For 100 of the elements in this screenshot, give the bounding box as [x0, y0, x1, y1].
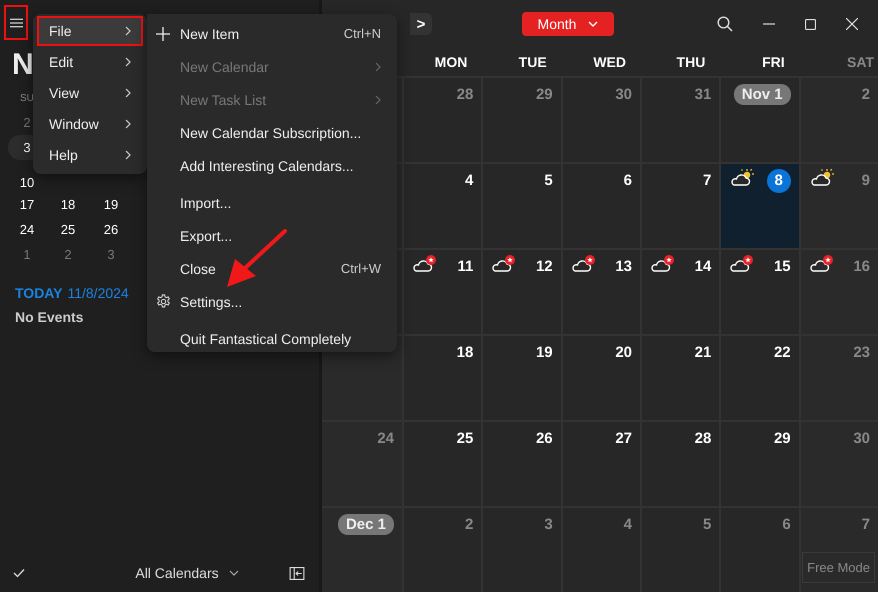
- menu-item[interactable]: New Calendar Subscription...: [147, 116, 397, 149]
- day-cell[interactable]: Dec 1: [322, 508, 402, 592]
- day-cell[interactable]: 27: [562, 422, 640, 506]
- day-cell[interactable]: Nov 1: [721, 78, 799, 162]
- day-cell[interactable]: 2: [404, 508, 482, 592]
- day-cell[interactable]: 9: [800, 164, 878, 248]
- cloud-alert-icon: [491, 254, 518, 274]
- day-cell[interactable]: 22: [721, 336, 799, 420]
- day-cell[interactable]: 29: [483, 78, 561, 162]
- menu-item[interactable]: File: [37, 16, 143, 46]
- menu-icon: [10, 18, 22, 28]
- day-number: 6: [782, 515, 791, 535]
- day-cell[interactable]: 31: [642, 78, 720, 162]
- day-cell[interactable]: 4: [404, 164, 482, 248]
- day-number: 28: [694, 429, 712, 449]
- all-calendars-dropdown[interactable]: All Calendars: [135, 565, 239, 581]
- day-cell[interactable]: 5: [483, 164, 561, 248]
- day-cell[interactable]: 6: [721, 508, 799, 592]
- menu-item[interactable]: Settings...: [147, 285, 397, 318]
- day-number: 16: [853, 257, 870, 277]
- collapse-sidebar-icon[interactable]: [288, 566, 305, 580]
- free-mode-button[interactable]: Free Mode: [802, 552, 875, 583]
- day-number: 19: [536, 343, 553, 363]
- day-cell[interactable]: 11: [404, 250, 482, 334]
- day-cell[interactable]: 14: [642, 250, 720, 334]
- day-cell[interactable]: 18: [404, 336, 482, 420]
- menu-item[interactable]: View: [37, 78, 143, 108]
- mini-calendar-day[interactable]: 17: [8, 197, 46, 212]
- day-cell[interactable]: 29: [721, 422, 799, 506]
- menu-item[interactable]: Help: [37, 140, 143, 170]
- day-cell[interactable]: 19: [483, 336, 561, 420]
- menu-item[interactable]: New Item Ctrl+N: [147, 17, 397, 50]
- mini-calendar-day[interactable]: 25: [46, 222, 90, 237]
- day-number: 29: [536, 85, 553, 105]
- mini-calendar-day[interactable]: 24: [8, 222, 46, 237]
- day-number: 6: [624, 171, 632, 191]
- no-events-text: No Events: [15, 309, 84, 325]
- menu-button[interactable]: [4, 5, 28, 40]
- day-cell[interactable]: 6: [562, 164, 640, 248]
- today-date-badge: 8: [766, 169, 791, 193]
- day-number: 18: [456, 343, 474, 363]
- day-cell[interactable]: 8: [721, 164, 799, 248]
- mini-calendar-day[interactable]: 26: [90, 222, 132, 237]
- mini-calendar-day[interactable]: 18: [46, 197, 90, 212]
- today-date: 11/8/2024: [67, 285, 129, 301]
- menu-item[interactable]: Import...: [147, 186, 397, 219]
- mini-calendar-day[interactable]: 19: [90, 197, 132, 212]
- menu-item[interactable]: Close Ctrl+W: [147, 252, 397, 285]
- mini-calendar-day[interactable]: 10: [8, 175, 46, 190]
- day-number: 12: [536, 257, 553, 277]
- minimize-icon[interactable]: [763, 23, 775, 25]
- checkmark-icon[interactable]: [13, 568, 25, 578]
- day-cell[interactable]: 28: [642, 422, 720, 506]
- day-cell[interactable]: 30: [800, 422, 878, 506]
- day-cell[interactable]: 26: [483, 422, 561, 506]
- day-cell[interactable]: 15: [721, 250, 799, 334]
- weekday-label: SU: [20, 92, 34, 106]
- search-icon[interactable]: [717, 16, 733, 32]
- day-number: 7: [862, 515, 870, 535]
- day-cell[interactable]: 21: [642, 336, 720, 420]
- day-cell[interactable]: 7 Free Mode: [800, 508, 878, 592]
- maximize-icon[interactable]: [805, 18, 816, 30]
- chevron-right-icon: [125, 57, 131, 67]
- chevron-down-icon: [588, 21, 598, 27]
- day-number: 15: [774, 257, 791, 277]
- day-cell[interactable]: 3: [483, 508, 561, 592]
- day-number: 28: [456, 85, 474, 105]
- partly-sunny-icon: [729, 168, 756, 188]
- day-cell[interactable]: 4: [562, 508, 640, 592]
- day-cell[interactable]: 30: [562, 78, 640, 162]
- day-cell[interactable]: 5: [642, 508, 720, 592]
- month-start-badge: Nov 1: [734, 84, 791, 105]
- weekday-header: SAT: [846, 54, 875, 70]
- day-cell[interactable]: 24: [322, 422, 402, 506]
- menu-item[interactable]: Window: [37, 109, 143, 139]
- day-cell[interactable]: 16: [800, 250, 878, 334]
- menu-item[interactable]: Export...: [147, 219, 397, 252]
- next-button[interactable]: >: [410, 13, 432, 35]
- view-dropdown[interactable]: Month: [522, 12, 614, 36]
- day-cell[interactable]: 13: [562, 250, 640, 334]
- day-number: 25: [456, 429, 474, 449]
- day-cell[interactable]: 28: [404, 78, 482, 162]
- day-cell[interactable]: 12: [483, 250, 561, 334]
- close-icon[interactable]: [846, 18, 858, 30]
- day-cell[interactable]: 7: [642, 164, 720, 248]
- day-cell[interactable]: 25: [404, 422, 482, 506]
- menu-item[interactable]: Edit: [37, 47, 143, 77]
- chevron-right-icon: [125, 26, 131, 36]
- chevron-right-icon: [125, 150, 131, 160]
- menu-item[interactable]: Add Interesting Calendars...: [147, 149, 397, 182]
- day-cell[interactable]: 2: [800, 78, 878, 162]
- day-cell[interactable]: 23: [800, 336, 878, 420]
- cloud-alert-icon: [808, 254, 835, 274]
- mini-calendar-day[interactable]: 3: [90, 247, 132, 262]
- menu-item[interactable]: Quit Fantastical Completely: [147, 322, 397, 355]
- day-number: 27: [615, 429, 632, 449]
- mini-calendar-day[interactable]: 2: [46, 247, 90, 262]
- mini-calendar-day[interactable]: 1: [8, 247, 46, 262]
- day-number: 4: [464, 171, 474, 191]
- day-cell[interactable]: 20: [562, 336, 640, 420]
